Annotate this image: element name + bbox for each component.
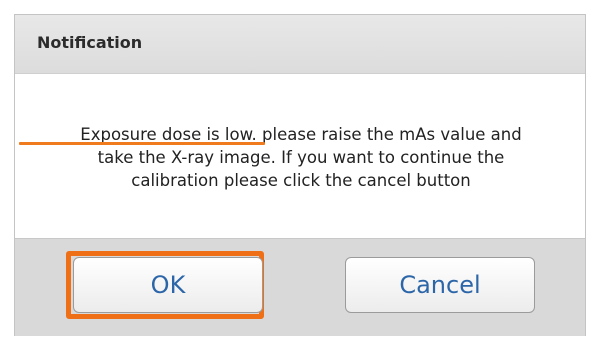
highlight-underline <box>19 142 265 145</box>
ok-button[interactable]: OK <box>73 257 263 313</box>
dialog-body: Exposure dose is low. please raise the m… <box>15 74 585 237</box>
dialog-title: Notification <box>37 33 143 52</box>
dialog-message: Exposure dose is low. please raise the m… <box>80 125 522 190</box>
dialog-header: Notification <box>15 15 585 74</box>
notification-dialog: Notification Exposure dose is low. pleas… <box>14 14 586 336</box>
cancel-button[interactable]: Cancel <box>345 257 535 313</box>
dialog-footer: OK Cancel <box>15 238 585 336</box>
